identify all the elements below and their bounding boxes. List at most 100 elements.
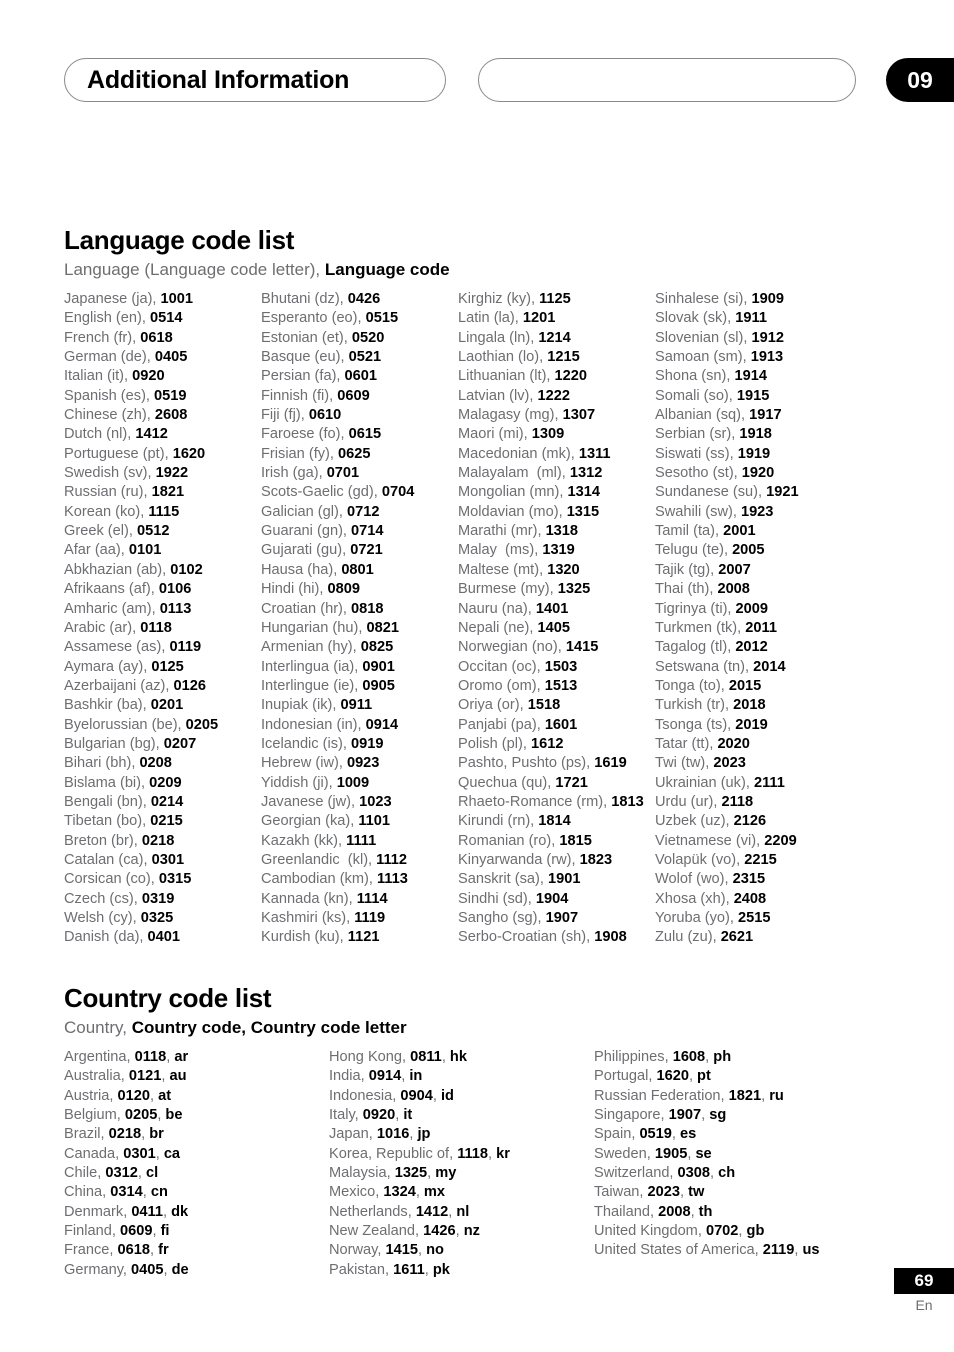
country-entry-letter: ch xyxy=(718,1165,736,1182)
language-entry-code: 2215 xyxy=(744,851,777,868)
language-entry-name: Twi (tw), xyxy=(655,755,714,772)
language-entry-code: 1220 xyxy=(554,368,588,385)
language-entry: Ukrainian (uk), 2111 xyxy=(655,774,890,793)
language-entry: Telugu (te), 2005 xyxy=(655,541,890,560)
language-entry-name: Breton (br), xyxy=(64,832,142,849)
language-entry-code: 1503 xyxy=(544,658,578,675)
language-entry-code: 1214 xyxy=(538,329,571,346)
language-entry-code: 2019 xyxy=(735,716,768,733)
language-entry-name: Malayalam (ml), xyxy=(458,465,570,482)
language-entry: Croatian (hr), 0818 xyxy=(261,600,458,619)
language-entry-code: 1904 xyxy=(535,890,569,907)
language-entry: Swedish (sv), 1922 xyxy=(64,464,261,483)
language-entry: French (fr), 0618 xyxy=(64,329,261,348)
language-entry: Afrikaans (af), 0106 xyxy=(64,580,261,599)
language-entry-code: 1907 xyxy=(545,910,579,926)
language-entry-code: 1121 xyxy=(347,929,380,946)
language-entry-code: 2012 xyxy=(735,639,768,656)
language-entry-column: Bhutani (dz), 0426 Esperanto (eo), 0515 Es… xyxy=(261,290,458,948)
language-entry-code: 2007 xyxy=(718,561,751,578)
language-entry-code: 0113 xyxy=(159,600,192,617)
language-entry-code: 1309 xyxy=(531,426,565,443)
country-entry-column: Philippines, 1608, ph Portugal, 1620, pt R… xyxy=(594,1048,890,1280)
language-entry-code: 0618 xyxy=(140,329,173,346)
language-entry: Sangho (sg), 1907 xyxy=(458,909,655,928)
country-entry-name: United Kingdom, xyxy=(594,1223,706,1240)
language-entry: Hebrew (iw), 0923 xyxy=(261,754,458,773)
country-entry-name: Korea, Republic of, xyxy=(329,1145,458,1162)
language-entry-name: Afrikaans (af), xyxy=(64,581,159,598)
language-entry-name: Corsican (co), xyxy=(64,871,159,888)
language-entry-name: Lithuanian (lt), xyxy=(458,368,555,385)
language-entry: Czech (cs), 0319 xyxy=(64,890,261,909)
country-entry-name: Switzerland, xyxy=(594,1165,678,1182)
language-entry-code: 0106 xyxy=(158,581,192,598)
language-entry-name: Dutch (nl), xyxy=(64,426,136,443)
country-entry-separator: , xyxy=(488,1145,497,1162)
language-entry: Maori (mi), 1309 xyxy=(458,425,655,444)
language-entry-name: Hebrew (iw), xyxy=(261,755,347,772)
country-entry: India, 0914, in xyxy=(329,1067,594,1086)
country-entry-letter: ca xyxy=(163,1145,181,1162)
country-entry-letter: kr xyxy=(496,1145,510,1162)
language-entry-name: Turkish (tr), xyxy=(655,697,734,714)
language-entry-name: Lingala (ln), xyxy=(458,329,539,346)
language-entry-code: 1201 xyxy=(522,310,556,327)
country-entry-name: Portugal, xyxy=(594,1068,657,1085)
country-entry-name: Canada, xyxy=(64,1145,124,1162)
country-entry-name: Mexico, xyxy=(329,1184,384,1201)
language-entry: Kirundi (rn), 1814 xyxy=(458,812,655,831)
language-entry-code: 1325 xyxy=(557,581,591,598)
language-entry: Byelorussian (be), 0205 xyxy=(64,716,261,735)
language-entry: Gujarati (gu), 0721 xyxy=(261,541,458,560)
country-entry-code: 2008 xyxy=(658,1203,691,1220)
language-entry-code: 0102 xyxy=(170,561,203,578)
country-entry: Italy, 0920, it xyxy=(329,1106,594,1125)
language-entry-name: Moldavian (mo), xyxy=(458,503,567,520)
country-subtitle-plain: Country, xyxy=(64,1018,132,1037)
language-entry-code: 2015 xyxy=(728,677,762,694)
language-entry: Zulu (zu), 2621 xyxy=(655,928,890,947)
language-entry: Lingala (ln), 1214 xyxy=(458,329,655,348)
language-entry: Sundanese (su), 1921 xyxy=(655,483,890,502)
language-entry-code: 0209 xyxy=(149,774,182,791)
language-entry: Sinhalese (si), 1909 xyxy=(655,290,890,309)
country-code-section: Country code list Country, Country code,… xyxy=(64,983,890,1280)
language-entry-name: Oriya (or), xyxy=(458,697,528,714)
language-entry-name: Arabic (ar), xyxy=(64,619,141,636)
language-entry-code: 1912 xyxy=(751,329,784,346)
country-entry-name: Indonesia, xyxy=(329,1087,401,1104)
country-entry-separator: , xyxy=(424,1261,433,1278)
country-entry-code: 0618 xyxy=(117,1242,150,1259)
country-entry: Hong Kong, 0811, hk xyxy=(329,1048,594,1067)
language-entry-code: 1917 xyxy=(749,407,782,424)
country-entry-separator: , xyxy=(152,1223,161,1240)
country-entry-code: 2119 xyxy=(762,1242,795,1259)
language-entry-name: Occitan (oc), xyxy=(458,658,545,675)
language-entry-name: Welsh (cy), xyxy=(64,910,141,926)
page-title: Additional Information xyxy=(87,66,350,94)
language-entry: Greenlandic (kl), 1112 xyxy=(261,851,458,870)
country-entry: Japan, 1016, jp xyxy=(329,1125,594,1144)
language-entry-name: Bhutani (dz), xyxy=(261,291,348,307)
language-entry: Latvian (lv), 1222 xyxy=(458,387,655,406)
page-header: Additional Information 09 xyxy=(0,58,954,104)
country-entry-code: 0218 xyxy=(108,1126,142,1143)
language-entry-name: Tatar (tt), xyxy=(655,735,718,752)
country-entry-name: Spain, xyxy=(594,1126,640,1143)
language-entry-name: Wolof (wo), xyxy=(655,871,733,888)
country-entry: Philippines, 1608, ph xyxy=(594,1048,890,1067)
language-entry: Korean (ko), 1115 xyxy=(64,503,261,522)
language-entry: Estonian (et), 0520 xyxy=(261,329,458,348)
country-entry-separator: , xyxy=(455,1223,464,1240)
language-entry-name: Tagalog (tl), xyxy=(655,639,736,656)
language-entry: Serbian (sr), 1918 xyxy=(655,425,890,444)
language-entry: Tsonga (ts), 2019 xyxy=(655,716,890,735)
language-entry-code: 1919 xyxy=(737,445,771,462)
country-entry-separator: , xyxy=(150,1087,159,1104)
language-entry-code: 1312 xyxy=(569,465,603,482)
country-entry-code: 0312 xyxy=(105,1165,138,1182)
language-entry-code: 0119 xyxy=(169,639,202,656)
language-entry: Pashto, Pushto (ps), 1619 xyxy=(458,754,655,773)
header-empty-pill xyxy=(478,58,856,102)
